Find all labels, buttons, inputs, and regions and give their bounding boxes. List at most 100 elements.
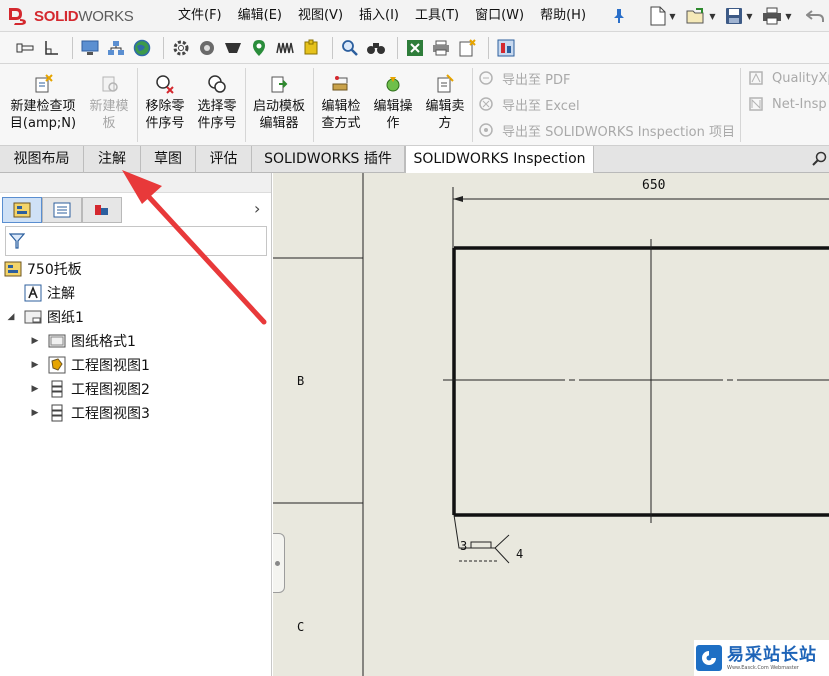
menu-window[interactable]: 窗口(W) (467, 0, 532, 32)
funnel-shape-button[interactable] (222, 37, 244, 59)
save-button[interactable]: ▼ (720, 3, 758, 29)
spring-button[interactable] (274, 37, 296, 59)
panel-resize-handle[interactable] (273, 533, 285, 593)
tab-annotation[interactable]: 注解 (84, 146, 141, 173)
excel-button[interactable] (404, 37, 426, 59)
new-inspection-project-button[interactable]: 新建检查项 目(amp;N) (4, 74, 82, 146)
remove-balloon-icon (156, 75, 174, 94)
chevron-right-icon[interactable]: › (254, 199, 260, 218)
expand-arrow-icon[interactable]: ▶ (28, 408, 42, 418)
component-button[interactable] (300, 37, 322, 59)
watermark-subtitle: Www.Easck.Com Webmaster (727, 664, 799, 671)
template-editor-icon (271, 76, 288, 93)
new-document-button[interactable]: ▼ (644, 3, 682, 29)
collapse-arrow-icon[interactable]: ◢ (4, 312, 18, 322)
printer-button[interactable] (430, 37, 452, 59)
print-button[interactable]: ▼ (758, 3, 796, 29)
binoculars-button[interactable] (365, 37, 387, 59)
tree-item-sheet[interactable]: ◢ 图纸1 (0, 305, 272, 329)
menu-tools[interactable]: 工具(T) (407, 0, 467, 32)
angle-button[interactable] (40, 37, 62, 59)
edit-method-icon (332, 76, 348, 91)
ribbon-separator (245, 68, 246, 142)
new-sheet-button[interactable] (456, 37, 478, 59)
net-inspect-button[interactable]: Net-Insp (748, 92, 827, 116)
zone-label-c: C (297, 620, 305, 634)
bolt-icon (16, 43, 34, 52)
qualityxpert-label: QualityXp (772, 70, 829, 86)
ribbon-separator (472, 68, 473, 142)
tab-evaluate[interactable]: 评估 (196, 146, 252, 173)
detail-view-button[interactable] (14, 37, 36, 59)
tree-item-drawing-view-1[interactable]: ▶ 工程图视图1 (0, 353, 272, 377)
tab-solidworks-inspection[interactable]: SOLIDWORKS Inspection (405, 146, 594, 174)
select-balloon-button[interactable]: 选择零 件序号 (192, 74, 242, 146)
settings-button[interactable] (196, 37, 218, 59)
binoculars-icon (367, 42, 385, 54)
monitor-icon (81, 40, 99, 55)
new-template-button[interactable]: 新建模 板 (84, 74, 134, 146)
tab-solidworks-addins[interactable]: SOLIDWORKS 插件 (252, 146, 405, 173)
zoom-button[interactable] (339, 37, 361, 59)
undo-button[interactable] (796, 3, 829, 29)
expand-arrow-icon[interactable]: ▶ (28, 336, 42, 346)
solidworks-logo[interactable]: SOLIDWORKS (6, 4, 156, 28)
export-pdf-button[interactable]: 导出至 PDF (478, 66, 570, 90)
qualityxpert-button[interactable]: QualityXp (748, 66, 829, 90)
tab-sketch[interactable]: 草图 (141, 146, 196, 173)
feature-manager-panel: › 750托板 注解 ◢ 图纸1 ▶ 图纸格式1 ▶ 工程图视图1 ▶ 工程图视… (0, 173, 272, 676)
wordmark-works: WORKS (78, 7, 134, 25)
menu-insert[interactable]: 插入(I) (351, 0, 407, 32)
configuration-manager-tab[interactable] (82, 197, 122, 223)
options-button[interactable] (170, 37, 192, 59)
remove-balloon-label: 移除零 件序号 (145, 99, 185, 131)
edit-inspection-method-button[interactable]: 编辑检 查方式 (316, 74, 366, 146)
pin-menu-icon[interactable] (612, 8, 626, 28)
location-button[interactable] (248, 37, 270, 59)
ribbon-separator (137, 68, 138, 142)
feature-tree-tab[interactable] (2, 197, 42, 223)
undo-icon (806, 10, 824, 22)
globe-button[interactable] (131, 37, 153, 59)
expand-arrow-icon[interactable]: ▶ (28, 384, 42, 394)
zone-label-b: B (297, 374, 305, 388)
toolbar-separator (163, 36, 164, 59)
template-editor-button[interactable]: 启动模板 编辑器 (248, 74, 310, 146)
open-document-button[interactable]: ▼ (682, 3, 720, 29)
network-button[interactable] (105, 37, 127, 59)
export-project-button[interactable]: 导出至 SOLIDWORKS Inspection 项目 (478, 118, 735, 142)
drawing-sheet-canvas[interactable]: B C 650 3 4 (273, 173, 829, 676)
property-manager-tab[interactable] (42, 197, 82, 223)
menu-file[interactable]: 文件(F) (170, 0, 230, 32)
tree-item-drawing-view-2[interactable]: ▶ 工程图视图2 (0, 377, 272, 401)
edit-operation-button[interactable]: 编辑操 作 (368, 74, 418, 146)
save-icon (726, 8, 743, 24)
toolbar-separator (488, 36, 489, 59)
dimension-650[interactable]: 650 (642, 178, 665, 193)
menu-bar: 文件(F) 编辑(E) 视图(V) 插入(I) 工具(T) 窗口(W) 帮助(H… (170, 0, 594, 32)
select-balloon-icon (208, 75, 226, 93)
tab-view-layout[interactable]: 视图布局 (0, 146, 84, 173)
weld-note-3[interactable]: 3 (460, 539, 467, 553)
tree-item-drawing-view-3[interactable]: ▶ 工程图视图3 (0, 401, 272, 425)
cog-icon (200, 40, 214, 55)
tree-filter-field[interactable] (5, 226, 267, 256)
remove-balloon-button[interactable]: 移除零 件序号 (140, 74, 190, 146)
tree-item-annotations[interactable]: 注解 (0, 281, 272, 305)
search-icon[interactable] (812, 151, 828, 171)
edit-vendor-button[interactable]: 编辑卖 方 (420, 74, 470, 146)
tree-root-drawing[interactable]: 750托板 (0, 257, 272, 281)
configuration-icon (95, 205, 108, 215)
monitor-button[interactable] (79, 37, 101, 59)
export-excel-button[interactable]: 导出至 Excel (478, 92, 580, 116)
report-button[interactable] (495, 37, 517, 59)
magnifier-icon (342, 39, 358, 56)
panel-header-strip (0, 173, 271, 193)
weld-note-4[interactable]: 4 (516, 547, 523, 561)
tree-item-sheet-format[interactable]: ▶ 图纸格式1 (0, 329, 272, 353)
expand-arrow-icon[interactable]: ▶ (28, 360, 42, 370)
menu-view[interactable]: 视图(V) (290, 0, 351, 32)
menu-help[interactable]: 帮助(H) (532, 0, 594, 32)
watermark-text: 易采站长站 Www.Easck.Com Webmaster (727, 645, 817, 672)
menu-edit[interactable]: 编辑(E) (230, 0, 290, 32)
